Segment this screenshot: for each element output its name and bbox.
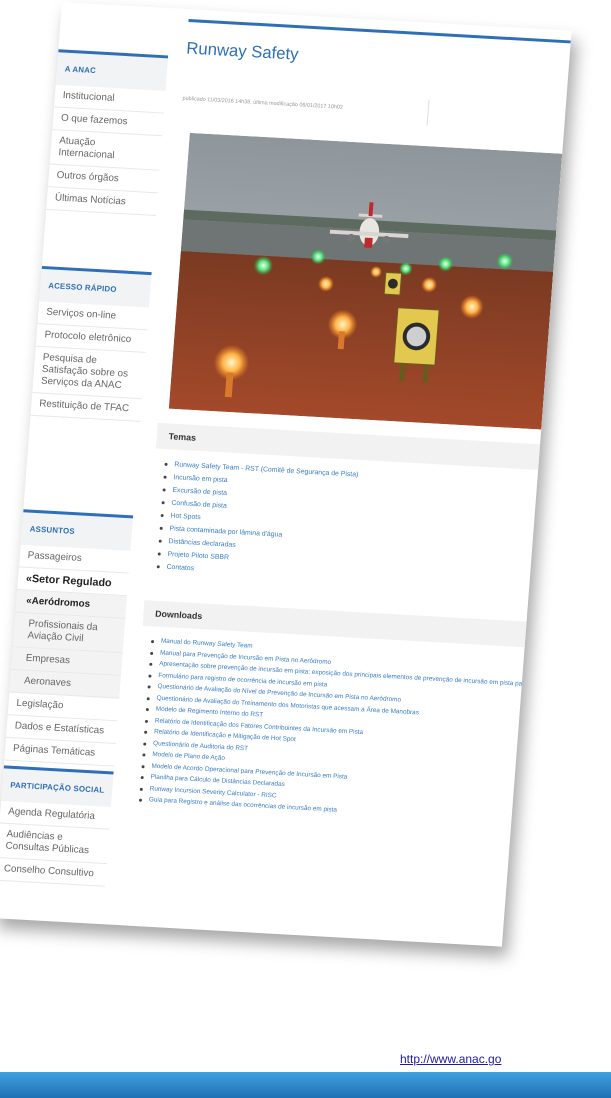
sidebar-item-audiencias-consultas[interactable]: Audiências e Consultas Públicas	[0, 823, 110, 865]
sidebar-acesso-rapido: ACESSO RÁPIDO Serviços on-line Protocolo…	[30, 265, 152, 422]
main-content: Runway Safety publicado 11/03/2016 14h38…	[120, 9, 572, 947]
runway-sign-small	[383, 271, 403, 296]
sidebar-header-participacao: PARTICIPAÇÃO SOCIAL	[1, 765, 114, 807]
meta-divider	[426, 99, 430, 126]
publication-meta: publicado 11/03/2016 14h38, última modif…	[182, 95, 344, 111]
red-ground	[168, 251, 554, 430]
downloads-list: Manual do Runway Safety Team Manual para…	[139, 635, 572, 831]
sidebar-item-conselho-consultivo[interactable]: Conselho Consultivo	[0, 857, 107, 887]
sidebar-anac: A ANAC Institucional O que fazemos Atuaç…	[46, 49, 169, 216]
sidebar-item-pesquisa-satisfacao[interactable]: Pesquisa de Satisfação sobre os Serviços…	[32, 346, 146, 400]
sidebar-participacao: PARTICIPAÇÃO SOCIAL Agenda Regulatória A…	[0, 765, 114, 887]
page-title: Runway Safety	[185, 38, 300, 64]
bottom-bar	[0, 1072, 611, 1098]
sidebar-header-anac: A ANAC	[55, 49, 169, 91]
website-screenshot-sheet: A ANAC Institucional O que fazemos Atuaç…	[0, 2, 572, 947]
temas-list: Runway Safety Team - RST (Comitê de Segu…	[156, 458, 358, 584]
runway-photo	[168, 132, 563, 430]
sidebar-item-ultimas-noticias[interactable]: Últimas Notícias	[46, 187, 158, 216]
sidebar-header-assuntos: ASSUNTOS	[20, 509, 134, 551]
sidebar-item-restituicao-tfac[interactable]: Restituição de TFAC	[30, 393, 142, 422]
sidebar-assuntos: ASSUNTOS Passageiros «Setor Regulado «Ae…	[2, 509, 134, 790]
source-url[interactable]: http://www.anac.go	[400, 1052, 501, 1066]
sidebar-header-acesso-rapido: ACESSO RÁPIDO	[39, 265, 152, 308]
header-rule	[188, 19, 571, 44]
